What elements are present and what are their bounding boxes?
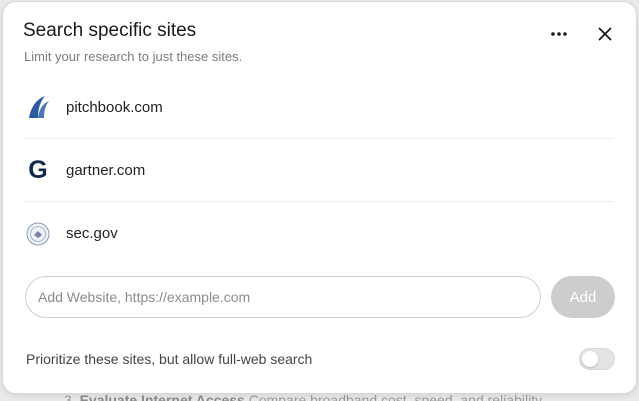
toggle-knob xyxy=(582,351,598,367)
prioritize-sites-label: Prioritize these sites, but allow full-w… xyxy=(26,351,313,367)
more-options-button[interactable] xyxy=(543,22,575,46)
site-item-gartner[interactable]: G gartner.com xyxy=(24,139,614,202)
search-specific-sites-dialog: Search specific sites Limit your researc… xyxy=(2,1,637,394)
site-item-pitchbook[interactable]: pitchbook.com xyxy=(24,76,614,139)
prioritize-sites-toggle[interactable] xyxy=(579,348,615,370)
close-button[interactable] xyxy=(591,22,619,46)
sec-seal-logo-icon xyxy=(24,220,52,248)
add-website-input[interactable] xyxy=(26,277,540,317)
dialog-subtitle: Limit your research to just these sites. xyxy=(24,49,243,64)
gartner-logo-glyph: G xyxy=(28,155,48,184)
gartner-logo-icon: G xyxy=(24,156,52,184)
more-horizontal-icon xyxy=(551,32,567,36)
site-list: pitchbook.com G gartner.com sec.gov xyxy=(24,76,614,265)
site-name: pitchbook.com xyxy=(66,98,163,116)
dialog-title: Search specific sites xyxy=(23,20,197,41)
add-website-field-wrapper xyxy=(25,276,541,318)
add-button[interactable]: Add xyxy=(551,276,615,318)
close-icon xyxy=(598,27,612,41)
site-item-sec[interactable]: sec.gov xyxy=(24,202,614,265)
site-name: sec.gov xyxy=(66,225,118,242)
site-name: gartner.com xyxy=(66,161,146,179)
pitchbook-logo-icon xyxy=(24,93,52,121)
